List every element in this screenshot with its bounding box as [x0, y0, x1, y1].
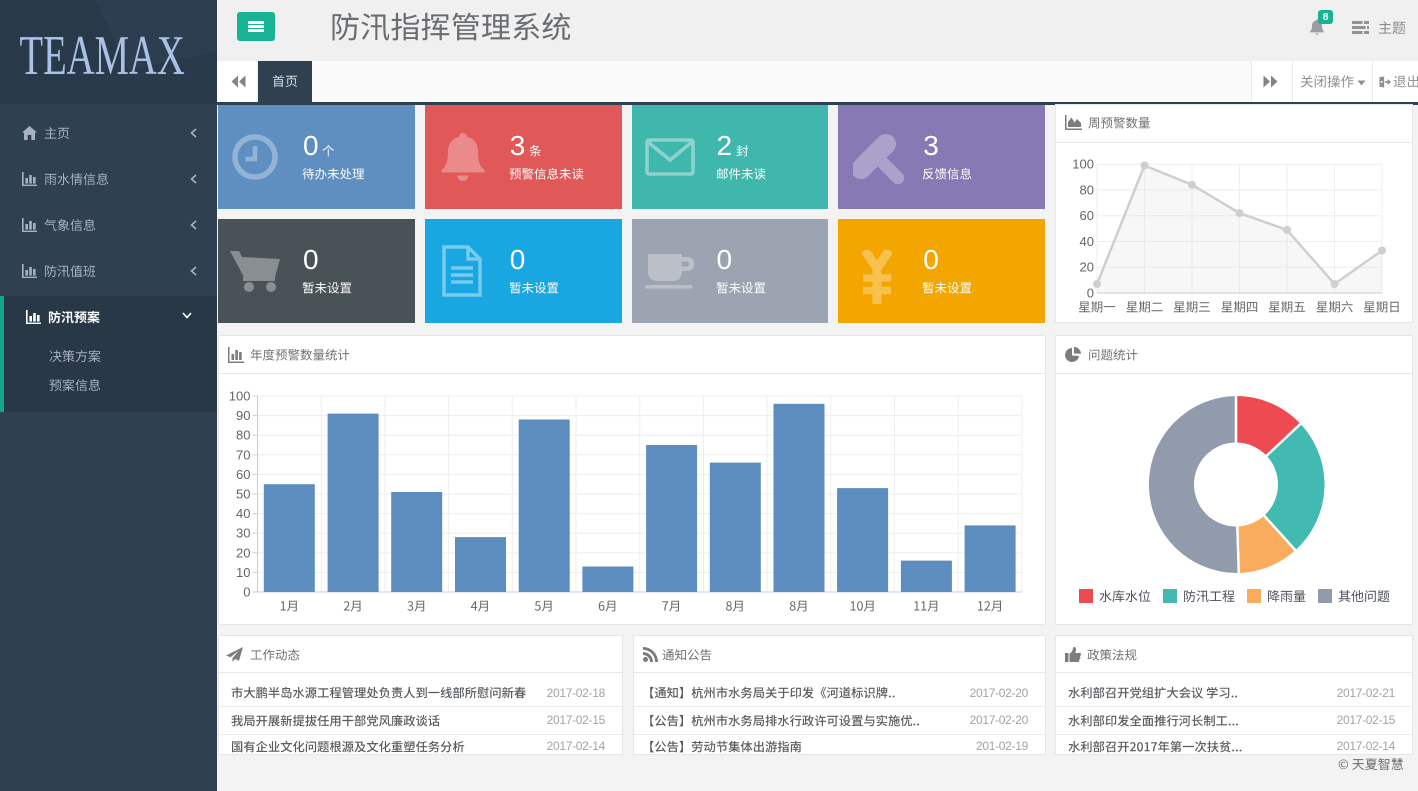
svg-text:20: 20: [236, 545, 250, 560]
svg-text:90: 90: [236, 408, 250, 423]
svg-text:60: 60: [1080, 208, 1094, 223]
svg-text:50: 50: [236, 487, 250, 502]
svg-text:100: 100: [229, 389, 251, 404]
svg-text:20: 20: [1080, 260, 1094, 275]
svg-text:10: 10: [236, 565, 250, 580]
svg-text:80: 80: [1080, 183, 1094, 198]
svg-text:100: 100: [1072, 157, 1094, 172]
svg-text:0: 0: [1087, 286, 1094, 301]
svg-text:60: 60: [236, 467, 250, 482]
svg-text:40: 40: [236, 506, 250, 521]
svg-text:70: 70: [236, 447, 250, 462]
svg-text:80: 80: [236, 428, 250, 443]
svg-text:0: 0: [243, 585, 250, 600]
svg-text:40: 40: [1080, 234, 1094, 249]
svg-text:30: 30: [236, 526, 250, 541]
